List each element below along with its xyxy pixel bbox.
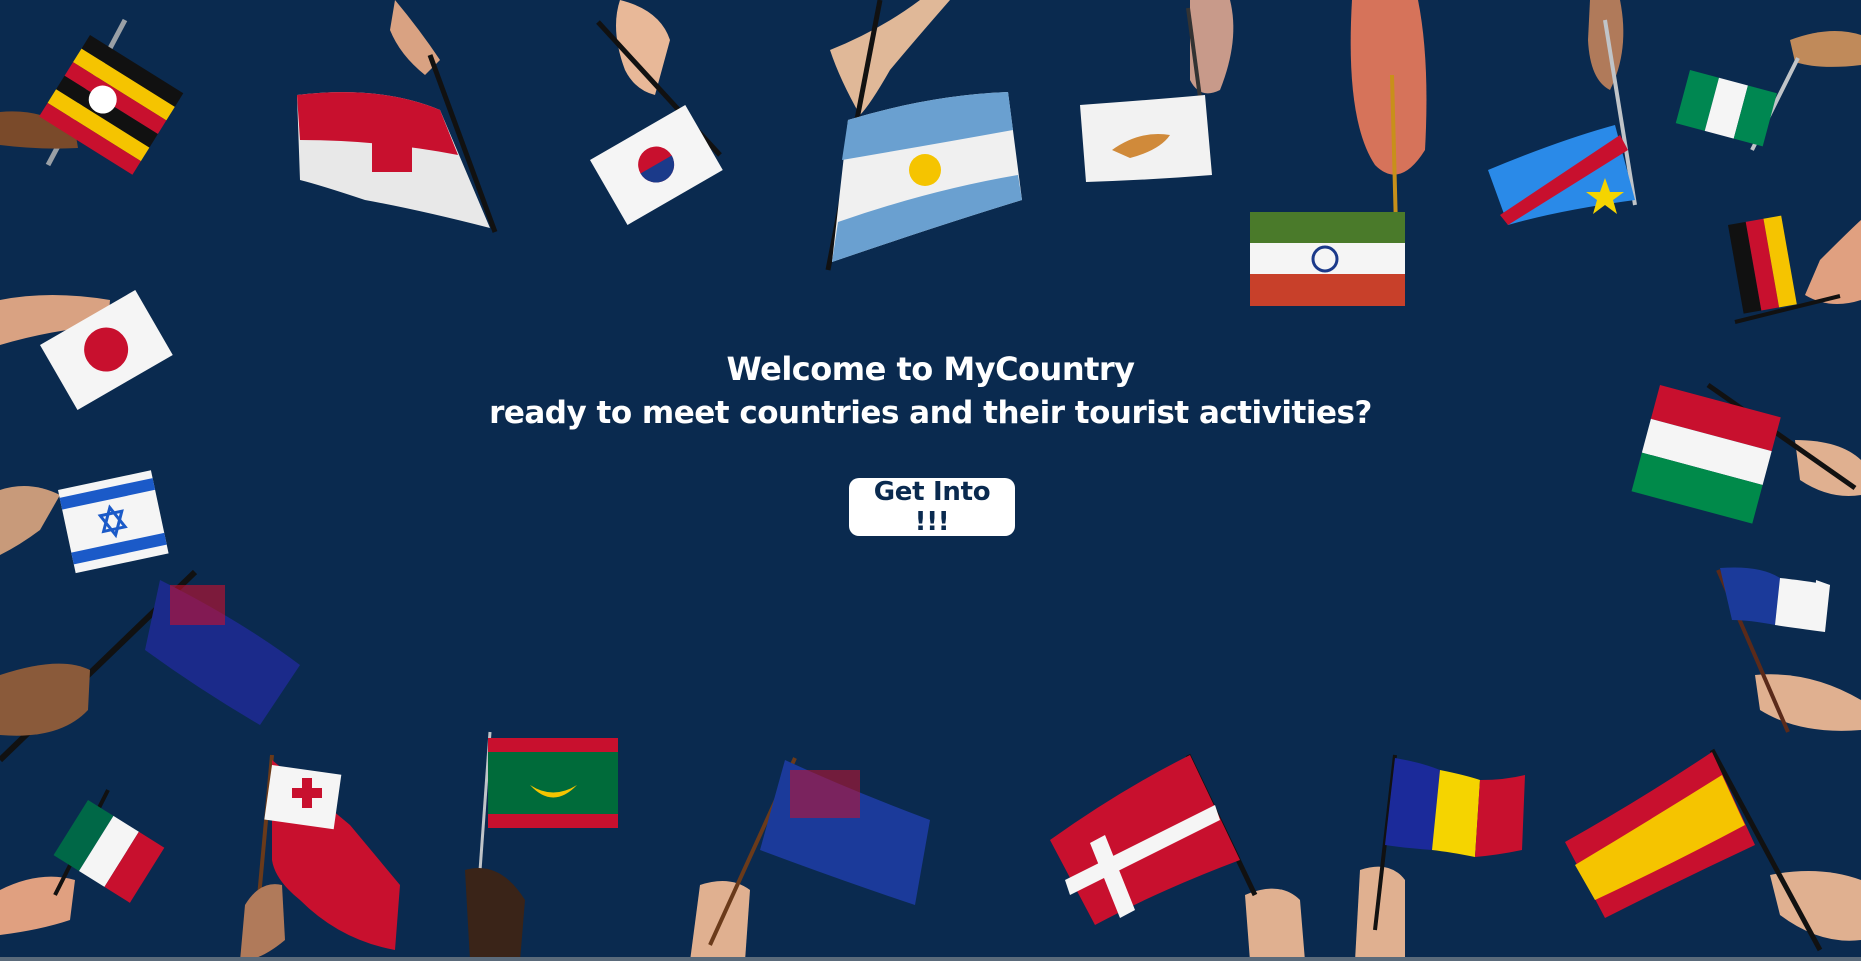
india-flag-icon <box>1250 0 1427 306</box>
andorra-flag-icon <box>1355 754 1525 961</box>
tonga-flag-icon <box>240 754 400 961</box>
germany-flag-icon <box>1728 215 1861 324</box>
mauritania-flag-icon <box>465 731 618 961</box>
south-korea-flag-icon <box>590 0 723 225</box>
denmark-flag-icon <box>1050 753 1305 961</box>
bottom-border <box>0 957 1861 961</box>
dr-congo-flag-icon <box>1488 0 1637 225</box>
landing-page: Welcome to MyCountry ready to meet count… <box>0 0 1861 961</box>
welcome-subtitle: ready to meet countries and their touris… <box>489 395 1372 431</box>
nigeria-flag-icon <box>1675 31 1861 151</box>
uganda-flag-icon <box>0 18 184 175</box>
israel-flag-icon <box>0 470 169 574</box>
welcome-section: Welcome to MyCountry ready to meet count… <box>0 348 1861 434</box>
argentina-flag-icon <box>825 0 1022 271</box>
france-flag-icon <box>1716 567 1861 733</box>
get-into-button[interactable]: Get Into !!! <box>849 477 1015 537</box>
cyprus-flag-icon <box>1080 0 1234 182</box>
new-zealand-flag-icon <box>0 569 300 763</box>
mexico-flag-icon <box>0 789 165 935</box>
new-zealand-flag-icon-2 <box>690 757 930 961</box>
gibraltar-flag-icon <box>297 0 498 233</box>
spain-flag-icon <box>1565 748 1861 952</box>
welcome-title: Welcome to MyCountry <box>726 350 1135 388</box>
